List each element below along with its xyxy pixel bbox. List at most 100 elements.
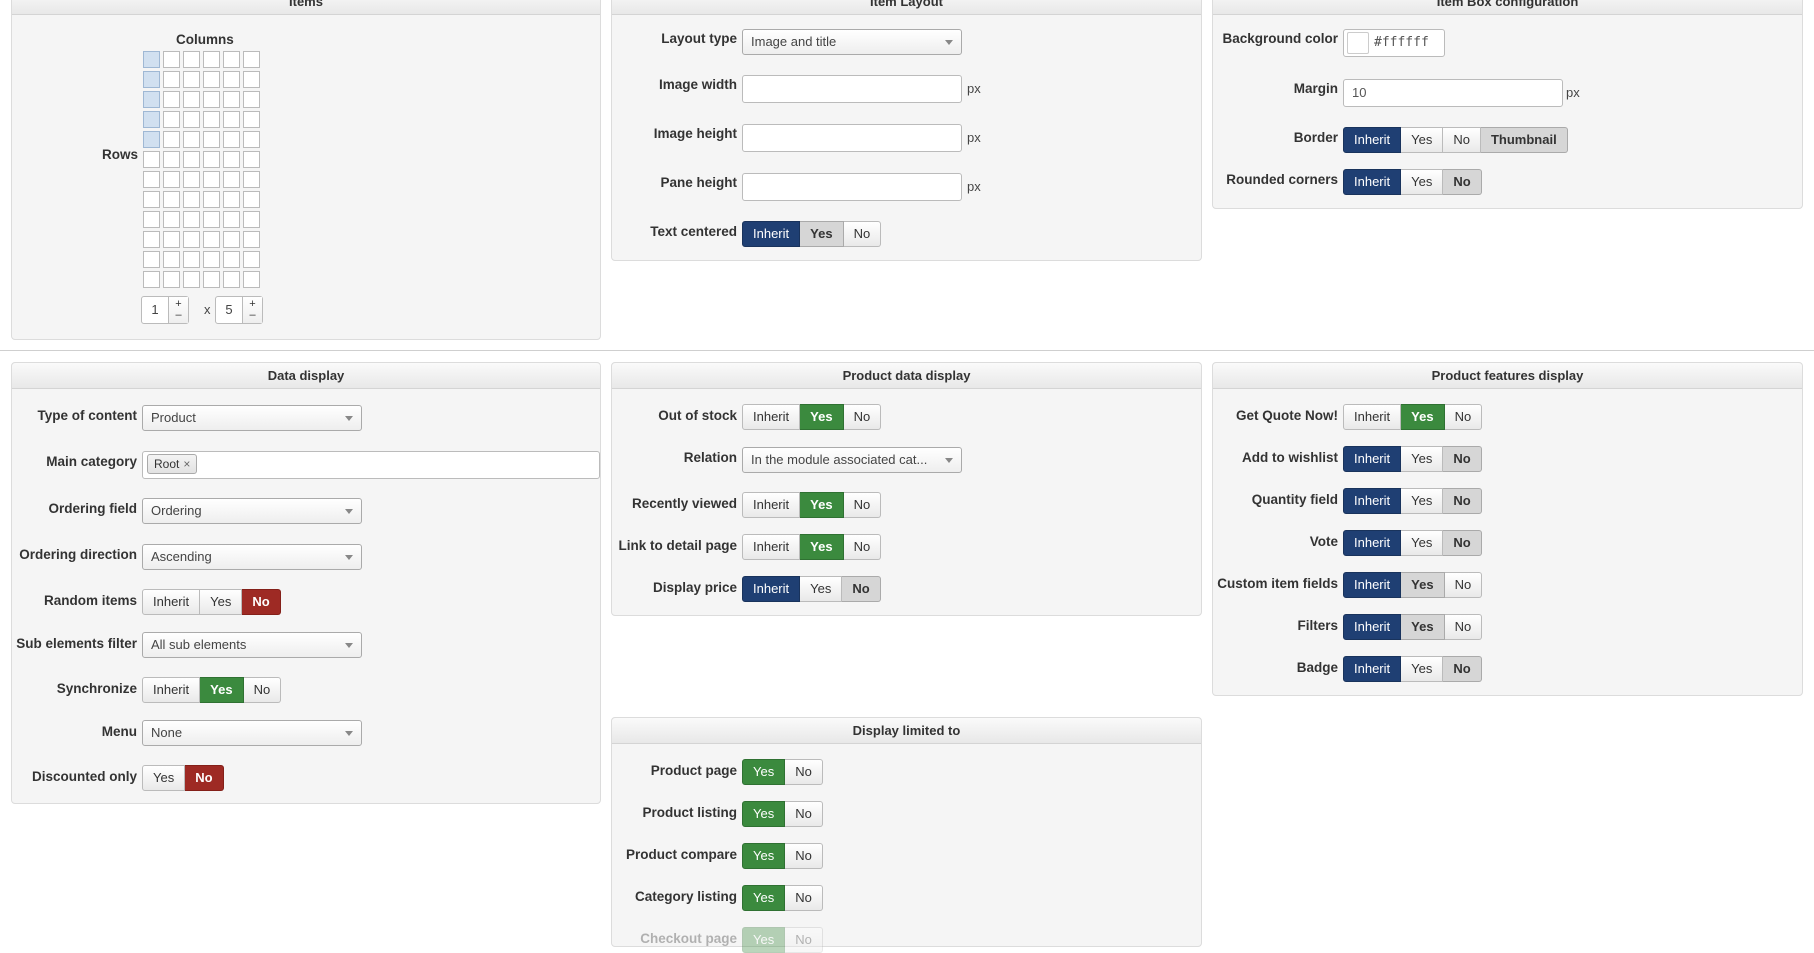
grid-cell[interactable] bbox=[223, 251, 240, 268]
out-of-stock-no[interactable]: No bbox=[843, 404, 882, 430]
grid-cell[interactable] bbox=[143, 51, 160, 68]
grid-cell[interactable] bbox=[203, 151, 220, 168]
grid-cell[interactable] bbox=[143, 71, 160, 88]
grid-cell[interactable] bbox=[183, 151, 200, 168]
color-swatch[interactable] bbox=[1347, 32, 1369, 54]
grid-cell[interactable] bbox=[243, 191, 260, 208]
grid-cell[interactable] bbox=[183, 171, 200, 188]
grid-cell[interactable] bbox=[203, 111, 220, 128]
grid-cell[interactable] bbox=[243, 211, 260, 228]
sub-elements-filter-select[interactable]: All sub elements bbox=[142, 632, 362, 658]
quantity-field-toggle[interactable]: Inherit Yes No bbox=[1343, 488, 1482, 514]
relation-select[interactable]: In the module associated cat... bbox=[742, 447, 962, 473]
grid-cell[interactable] bbox=[183, 91, 200, 108]
rows-stepper-buttons[interactable]: + – bbox=[168, 297, 188, 323]
display-price-no[interactable]: No bbox=[842, 576, 881, 602]
grid-cell[interactable] bbox=[163, 211, 180, 228]
grid-cell[interactable] bbox=[203, 231, 220, 248]
checkout-page-toggle[interactable]: Yes No bbox=[742, 927, 823, 953]
checkout-page-yes[interactable]: Yes bbox=[742, 927, 786, 953]
grid-cell[interactable] bbox=[143, 151, 160, 168]
quote-yes[interactable]: Yes bbox=[1401, 404, 1445, 430]
rows-value[interactable]: 1 bbox=[142, 297, 168, 323]
product-listing-no[interactable]: No bbox=[785, 801, 823, 827]
filters-yes[interactable]: Yes bbox=[1401, 614, 1445, 640]
grid-cell[interactable] bbox=[243, 151, 260, 168]
grid-cell[interactable] bbox=[143, 131, 160, 148]
text-centered-no[interactable]: No bbox=[843, 221, 882, 247]
layout-type-select[interactable]: Image and title bbox=[742, 29, 962, 55]
grid-cell[interactable] bbox=[163, 251, 180, 268]
grid-cell[interactable] bbox=[243, 131, 260, 148]
grid-cell[interactable] bbox=[143, 231, 160, 248]
link-detail-no[interactable]: No bbox=[843, 534, 882, 560]
grid-cell[interactable] bbox=[143, 191, 160, 208]
filters-toggle[interactable]: Inherit Yes No bbox=[1343, 614, 1483, 640]
link-to-detail-toggle[interactable]: Inherit Yes No bbox=[742, 534, 882, 560]
synchronize-toggle[interactable]: Inherit Yes No bbox=[142, 677, 282, 703]
border-toggle[interactable]: Inherit Yes No Thumbnail bbox=[1343, 127, 1568, 153]
grid-cell[interactable] bbox=[223, 271, 240, 288]
product-listing-toggle[interactable]: Yes No bbox=[742, 801, 823, 827]
grid-cell[interactable] bbox=[223, 71, 240, 88]
grid-cell[interactable] bbox=[223, 131, 240, 148]
category-listing-yes[interactable]: Yes bbox=[742, 885, 786, 911]
rows-stepper[interactable]: 1 + – bbox=[141, 296, 189, 324]
bg-color-value[interactable]: #ffffff bbox=[1374, 35, 1429, 50]
grid-cell[interactable] bbox=[223, 151, 240, 168]
custom-fields-yes[interactable]: Yes bbox=[1401, 572, 1445, 598]
vote-toggle[interactable]: Inherit Yes No bbox=[1343, 530, 1482, 556]
grid-cell[interactable] bbox=[203, 271, 220, 288]
grid-cell[interactable] bbox=[243, 91, 260, 108]
grid-cell[interactable] bbox=[143, 171, 160, 188]
type-of-content-select[interactable]: Product bbox=[142, 405, 362, 431]
image-width-input[interactable] bbox=[742, 75, 962, 103]
out-of-stock-toggle[interactable]: Inherit Yes No bbox=[742, 404, 882, 430]
grid-cell[interactable] bbox=[243, 111, 260, 128]
border-inherit[interactable]: Inherit bbox=[1343, 127, 1402, 153]
product-compare-yes[interactable]: Yes bbox=[742, 843, 786, 869]
grid-cell[interactable] bbox=[163, 271, 180, 288]
columns-value[interactable]: 5 bbox=[216, 297, 242, 323]
wishlist-toggle[interactable]: Inherit Yes No bbox=[1343, 446, 1482, 472]
wishlist-inherit[interactable]: Inherit bbox=[1343, 446, 1402, 472]
grid-cell[interactable] bbox=[183, 71, 200, 88]
recently-viewed-inherit[interactable]: Inherit bbox=[742, 492, 801, 518]
recently-viewed-toggle[interactable]: Inherit Yes No bbox=[742, 492, 882, 518]
category-listing-no[interactable]: No bbox=[785, 885, 823, 911]
border-thumbnail[interactable]: Thumbnail bbox=[1480, 127, 1568, 153]
grid-cell[interactable] bbox=[203, 171, 220, 188]
random-no[interactable]: No bbox=[242, 589, 281, 615]
border-yes[interactable]: Yes bbox=[1401, 127, 1444, 153]
quote-no[interactable]: No bbox=[1444, 404, 1483, 430]
grid-cell[interactable] bbox=[143, 91, 160, 108]
grid-cell[interactable] bbox=[243, 71, 260, 88]
badge-no[interactable]: No bbox=[1443, 656, 1482, 682]
sync-yes[interactable]: Yes bbox=[200, 677, 244, 703]
quantity-inherit[interactable]: Inherit bbox=[1343, 488, 1402, 514]
grid-cell[interactable] bbox=[163, 151, 180, 168]
grid-cell[interactable] bbox=[223, 191, 240, 208]
vote-inherit[interactable]: Inherit bbox=[1343, 530, 1402, 556]
random-yes[interactable]: Yes bbox=[200, 589, 243, 615]
grid-cell[interactable] bbox=[203, 191, 220, 208]
grid-cell[interactable] bbox=[243, 51, 260, 68]
badge-toggle[interactable]: Inherit Yes No bbox=[1343, 656, 1482, 682]
filters-inherit[interactable]: Inherit bbox=[1343, 614, 1402, 640]
grid-cell[interactable] bbox=[223, 231, 240, 248]
rounded-no[interactable]: No bbox=[1443, 169, 1482, 195]
grid-cell[interactable] bbox=[223, 211, 240, 228]
grid-cell[interactable] bbox=[243, 271, 260, 288]
random-inherit[interactable]: Inherit bbox=[142, 589, 201, 615]
menu-select[interactable]: None bbox=[142, 720, 362, 746]
margin-input[interactable]: 10 bbox=[1343, 79, 1563, 107]
grid-cell[interactable] bbox=[203, 251, 220, 268]
rounded-corners-toggle[interactable]: Inherit Yes No bbox=[1343, 169, 1482, 195]
category-listing-toggle[interactable]: Yes No bbox=[742, 885, 823, 911]
display-price-inherit[interactable]: Inherit bbox=[742, 576, 801, 602]
grid-cell[interactable] bbox=[163, 71, 180, 88]
filters-no[interactable]: No bbox=[1444, 614, 1483, 640]
text-centered-inherit[interactable]: Inherit bbox=[742, 221, 801, 247]
grid-cell[interactable] bbox=[163, 191, 180, 208]
product-compare-toggle[interactable]: Yes No bbox=[742, 843, 823, 869]
